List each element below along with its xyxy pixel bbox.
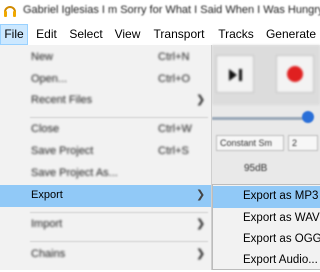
menu-item-recent-files[interactable]: Recent Files ❯: [0, 90, 211, 112]
menu-item-label: Export: [31, 189, 63, 201]
submenu-item-export-wav[interactable]: Export as WAV: [213, 208, 320, 230]
rate-label: 95dB: [244, 163, 268, 174]
menu-item-save-project-as[interactable]: Save Project As...: [0, 163, 211, 185]
submenu-item-export-audio[interactable]: Export Audio...: [213, 250, 320, 272]
menu-item-close[interactable]: Close Ctrl+W: [0, 119, 211, 141]
skip-end-icon: [229, 69, 242, 81]
submenu-item-label: Export Audio...: [243, 254, 318, 266]
chevron-right-icon: ❯: [196, 248, 206, 260]
menu-transport[interactable]: Transport: [148, 24, 210, 45]
menu-item-export[interactable]: Export ❯: [0, 185, 211, 207]
menu-item-label: Save Project As...: [31, 167, 118, 179]
menu-file[interactable]: File: [0, 24, 28, 45]
menu-item-new[interactable]: New Ctrl+N: [0, 47, 211, 69]
menu-view[interactable]: View: [110, 24, 145, 45]
transport-toolbar: [212, 45, 320, 105]
mode-combo[interactable]: Constant Sm: [216, 135, 284, 151]
meter-options: Constant Sm 2: [212, 133, 320, 153]
chevron-right-icon: ❯: [196, 218, 206, 230]
export-submenu: Export as MP3 Export as WAV Export as OG…: [212, 184, 320, 270]
menu-separator: [30, 117, 208, 118]
menu-edit[interactable]: Edit: [31, 24, 62, 45]
slider-knob[interactable]: [302, 111, 314, 123]
submenu-item-label: Export as WAV: [243, 212, 320, 224]
submenu-item-label: Export as MP3: [243, 190, 319, 202]
submenu-item-export-ogg[interactable]: Export as OGG: [213, 229, 320, 251]
menu-item-label: Chains: [31, 248, 66, 260]
chevron-right-icon: ❯: [196, 94, 206, 106]
menu-item-open[interactable]: Open... Ctrl+O: [0, 69, 211, 91]
menu-item-label: Close: [31, 123, 60, 135]
submenu-item-export-mp3[interactable]: Export as MP3: [213, 186, 320, 208]
menu-separator: [30, 241, 208, 242]
menu-bar: File Edit Select View Transport Tracks G…: [0, 24, 320, 45]
submenu-item-label: Export as OGG: [243, 233, 320, 245]
menu-tracks[interactable]: Tracks: [213, 24, 259, 45]
menu-item-label: Import: [31, 218, 63, 230]
skip-end-button[interactable]: [216, 55, 254, 93]
menu-item-label: Open...: [31, 73, 68, 85]
menu-item-label: Recent Files: [31, 94, 93, 106]
headphones-icon: [4, 6, 16, 17]
menu-item-shortcut: Ctrl+N: [158, 51, 190, 63]
chevron-right-icon: ❯: [196, 189, 206, 201]
menu-item-import[interactable]: Import ❯: [0, 214, 211, 236]
volume-slider[interactable]: [212, 109, 320, 127]
record-button[interactable]: [276, 55, 314, 93]
menu-item-chains[interactable]: Chains ❯: [0, 244, 211, 266]
menu-select[interactable]: Select: [65, 24, 107, 45]
title-bar: Gabriel Iglesias I m Sorry for What I Sa…: [0, 0, 320, 24]
menu-item-save-project[interactable]: Save Project Ctrl+S: [0, 141, 211, 163]
menu-item-shortcut: Ctrl+S: [158, 145, 189, 157]
file-menu-dropdown: New Ctrl+N Open... Ctrl+O Recent Files ❯…: [0, 45, 212, 270]
menu-generate[interactable]: Generate: [262, 24, 320, 45]
menu-item-label: New: [31, 51, 54, 63]
value-combo[interactable]: 2: [288, 135, 318, 151]
window-title: Gabriel Iglesias I m Sorry for What I Sa…: [23, 4, 320, 16]
menu-item-label: Save Project: [31, 145, 94, 157]
slider-track: [212, 117, 312, 120]
menu-separator: [30, 212, 208, 213]
menu-item-shortcut: Ctrl+O: [158, 73, 191, 85]
menu-item-shortcut: Ctrl+W: [158, 123, 192, 135]
record-icon: [287, 66, 303, 82]
